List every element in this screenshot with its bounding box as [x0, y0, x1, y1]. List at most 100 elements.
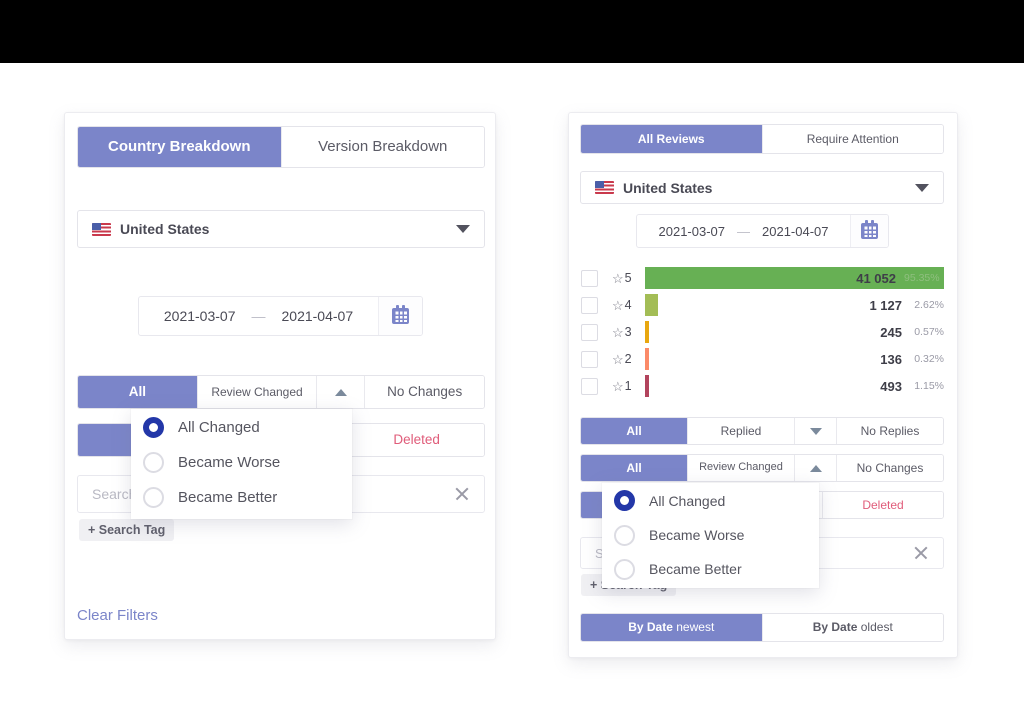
- radio-selected-icon: [143, 416, 164, 438]
- right-calendar-button[interactable]: [850, 215, 888, 247]
- us-flag-icon: [92, 222, 111, 236]
- chevron-down-icon: [456, 225, 470, 233]
- right-filter-no-changes[interactable]: No Changes: [837, 455, 943, 481]
- sort-by-date-oldest[interactable]: By Date oldest: [762, 614, 943, 641]
- caret-up-icon: [809, 464, 822, 472]
- left-filter-all[interactable]: All: [78, 376, 198, 408]
- radio-selected-icon: [614, 490, 635, 511]
- rating-percent-4: 2.62%: [914, 299, 944, 311]
- left-review-changed-caret[interactable]: [317, 376, 366, 408]
- left-date-from[interactable]: 2021-03-07: [164, 308, 236, 324]
- rating-bar-2: [645, 348, 649, 370]
- right-dd-option-became-better[interactable]: Became Better: [602, 552, 819, 586]
- radio-unselected-icon: [143, 452, 164, 473]
- country-breakdown-panel: Country Breakdown Version Breakdown Unit…: [64, 112, 496, 640]
- tab-version-breakdown[interactable]: Version Breakdown: [281, 127, 484, 167]
- date-separator: —: [737, 223, 750, 239]
- chevron-down-icon: [915, 183, 929, 192]
- rating-checkbox-5[interactable]: [581, 269, 598, 287]
- rating-star-label-2: ☆ 2: [612, 352, 645, 366]
- all-reviews-panel: All Reviews Require Attention United Sta…: [568, 112, 958, 658]
- right-filter-no-replies[interactable]: No Replies: [837, 418, 943, 444]
- rating-value-5: 5: [624, 271, 632, 285]
- calendar-icon: [392, 305, 409, 324]
- rating-star-label-5: ☆ 5: [612, 271, 645, 285]
- left-dd-option-became-better[interactable]: Became Better: [131, 480, 352, 515]
- right-review-changed-caret[interactable]: [795, 455, 837, 481]
- close-icon[interactable]: [913, 545, 929, 561]
- left-country-select[interactable]: United States: [77, 210, 485, 248]
- rating-checkbox-1[interactable]: [581, 377, 598, 395]
- right-review-changed-row: All Review Changed No Changes: [580, 454, 944, 482]
- rating-row-1: ☆ 1 493 1.15%: [581, 375, 944, 397]
- close-icon[interactable]: [454, 486, 470, 502]
- left-add-search-tag[interactable]: + Search Tag: [79, 519, 175, 541]
- rating-percent-5: 95.35%: [904, 272, 940, 284]
- tab-all-reviews[interactable]: All Reviews: [581, 125, 763, 153]
- rating-value-4: 4: [624, 298, 632, 312]
- right-filter-deleted[interactable]: Deleted: [823, 492, 943, 518]
- right-review-changed-dropdown: All Changed Became Worse Became Better: [602, 483, 819, 588]
- right-date-from[interactable]: 2021-03-07: [659, 224, 726, 239]
- rating-star-label-3: ☆ 3: [612, 325, 645, 339]
- rating-row-5: ☆ 5 41 052 95.35%: [581, 267, 944, 289]
- radio-unselected-icon: [614, 558, 635, 580]
- left-review-changed-row: All Review Changed No Changes: [77, 375, 485, 409]
- left-clear-filters[interactable]: Clear Filters: [77, 607, 158, 624]
- rating-value-2: 2: [624, 352, 632, 366]
- right-sort-row: By Date newest By Date oldest: [580, 613, 944, 642]
- left-filter-review-changed[interactable]: Review Changed: [197, 376, 318, 408]
- caret-up-icon: [334, 388, 347, 396]
- top-black-bar: [0, 0, 1024, 63]
- date-separator: —: [251, 308, 266, 324]
- rating-bar-4: [645, 294, 658, 316]
- tab-require-attention[interactable]: Require Attention: [762, 125, 943, 153]
- left-dd-option-became-worse[interactable]: Became Worse: [131, 445, 352, 480]
- right-filter-review-changed[interactable]: Review Changed: [688, 455, 795, 481]
- left-filter-no-changes[interactable]: No Changes: [365, 376, 484, 408]
- rating-star-label-4: ☆ 4: [612, 298, 645, 312]
- rating-count-5: 41 052: [856, 270, 896, 286]
- rating-checkbox-4[interactable]: [581, 296, 598, 314]
- sort-newest-light: newest: [676, 620, 715, 635]
- sort-newest-bold: By Date: [628, 620, 673, 635]
- left-dd-label-0: All Changed: [178, 418, 260, 436]
- right-replies-caret[interactable]: [795, 418, 837, 444]
- rating-value-3: 3: [624, 325, 632, 339]
- radio-unselected-icon: [143, 487, 164, 508]
- left-calendar-button[interactable]: [378, 297, 422, 335]
- left-filter-deleted[interactable]: Deleted: [349, 424, 484, 456]
- right-country-label: United States: [623, 179, 713, 196]
- left-country-label: United States: [120, 221, 210, 237]
- right-panel-tabs: All Reviews Require Attention: [580, 124, 944, 154]
- sort-oldest-light: oldest: [860, 620, 893, 635]
- rating-checkbox-3[interactable]: [581, 323, 598, 341]
- right-date-to[interactable]: 2021-04-07: [762, 224, 829, 239]
- rating-percent-1: 1.15%: [914, 380, 944, 392]
- sort-oldest-bold: By Date: [812, 620, 858, 635]
- rating-row-4: ☆ 4 1 127 2.62%: [581, 294, 944, 316]
- rating-bar-1: [645, 375, 649, 397]
- right-country-select[interactable]: United States: [580, 171, 944, 204]
- right-dd-option-all-changed[interactable]: All Changed: [602, 483, 819, 518]
- left-date-to[interactable]: 2021-04-07: [282, 308, 354, 324]
- sort-by-date-newest[interactable]: By Date newest: [581, 614, 763, 641]
- right-dd-label-1: Became Worse: [649, 527, 745, 543]
- rating-checkbox-2[interactable]: [581, 350, 598, 368]
- right-dd-option-became-worse[interactable]: Became Worse: [602, 518, 819, 552]
- rating-row-2: ☆ 2 136 0.32%: [581, 348, 944, 370]
- right-filter-all-replies[interactable]: All: [581, 418, 688, 444]
- tab-country-breakdown[interactable]: Country Breakdown: [78, 127, 282, 167]
- left-dd-label-1: Became Worse: [178, 454, 281, 471]
- calendar-icon: [861, 220, 878, 239]
- right-filter-all-changes[interactable]: All: [581, 455, 688, 481]
- rating-count-2: 136: [880, 351, 902, 367]
- us-flag-icon: [595, 181, 614, 194]
- left-panel-tabs: Country Breakdown Version Breakdown: [77, 126, 485, 168]
- left-dd-option-all-changed[interactable]: All Changed: [131, 409, 352, 445]
- right-replies-row: All Replied No Replies: [580, 417, 944, 445]
- screen-root: Country Breakdown Version Breakdown Unit…: [0, 0, 1024, 719]
- right-dd-label-0: All Changed: [649, 492, 726, 509]
- rating-count-3: 245: [880, 324, 902, 340]
- right-filter-replied[interactable]: Replied: [688, 418, 795, 444]
